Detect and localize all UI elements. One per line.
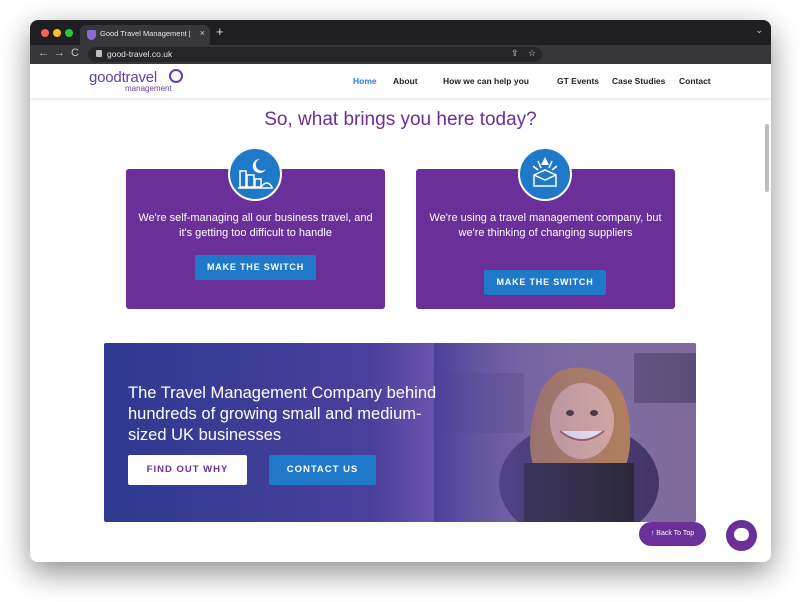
hero-text: The Travel Management Company behind hun… — [128, 384, 437, 444]
url-text[interactable]: good-travel.co.uk — [107, 49, 172, 59]
browser-window: Good Travel Management | Bu × + ⌄ ← → C … — [30, 20, 771, 562]
maximize-window-button[interactable] — [65, 29, 73, 37]
tab-menu-icon[interactable]: ⌄ — [755, 25, 763, 36]
lock-icon — [96, 50, 102, 57]
tab-bar: Good Travel Management | Bu × + ⌄ — [30, 20, 771, 45]
make-switch-button[interactable]: MAKE THE SWITCH — [195, 255, 316, 280]
nav-gt-events[interactable]: GT Events — [557, 76, 599, 86]
minimize-window-button[interactable] — [53, 29, 61, 37]
address-bar[interactable]: good-travel.co.uk ⇪ ☆ — [88, 47, 542, 62]
page-scrollbar[interactable] — [765, 124, 769, 192]
suitcase-icon — [518, 147, 572, 201]
nav-case-studies[interactable]: Case Studies — [612, 76, 665, 86]
nav-contact[interactable]: Contact — [679, 76, 711, 86]
chat-bubble-icon — [734, 528, 749, 541]
hero-person-image — [434, 343, 696, 522]
share-icon[interactable]: ⇪ — [511, 48, 519, 59]
forward-icon[interactable]: → — [54, 47, 65, 59]
site-header: goodtravel management Home About How we … — [30, 64, 771, 98]
hero-banner: The Travel Management Company behind hun… — [104, 343, 696, 522]
make-switch-button[interactable]: MAKE THE SWITCH — [484, 270, 606, 295]
nav-about[interactable]: About — [393, 76, 418, 86]
nav-home[interactable]: Home — [353, 76, 377, 86]
logo-mark-icon — [169, 69, 183, 83]
back-to-top-button[interactable]: ↑ Back To Top — [639, 522, 706, 546]
city-night-icon — [228, 147, 282, 201]
nav-how-we-help[interactable]: How we can help you — [443, 76, 529, 86]
tab-title: Good Travel Management | Bu — [100, 29, 192, 38]
page-heading: So, what brings you here today? — [264, 109, 537, 130]
favicon-icon — [87, 30, 96, 40]
chat-icon[interactable] — [726, 520, 757, 551]
new-tab-button[interactable]: + — [216, 24, 224, 39]
contact-us-button[interactable]: CONTACT US — [269, 455, 376, 485]
browser-tab[interactable]: Good Travel Management | Bu × — [80, 25, 210, 45]
bookmark-icon[interactable]: ☆ — [528, 48, 536, 59]
web-page: goodtravel management Home About How we … — [30, 64, 771, 562]
back-icon[interactable]: ← — [38, 47, 49, 59]
card-text: We're self-managing all our business tra… — [138, 212, 373, 239]
logo-subtext: management — [125, 84, 172, 93]
browser-toolbar: ← → C good-travel.co.uk ⇪ ☆ — [30, 45, 771, 64]
site-logo[interactable]: goodtravel management — [89, 69, 183, 93]
close-window-button[interactable] — [41, 29, 49, 37]
card-text: We're using a travel management company,… — [429, 212, 662, 239]
reload-icon[interactable]: C — [71, 47, 79, 59]
tab-close-icon[interactable]: × — [200, 28, 205, 38]
find-out-why-button[interactable]: FIND OUT WHY — [128, 455, 247, 485]
